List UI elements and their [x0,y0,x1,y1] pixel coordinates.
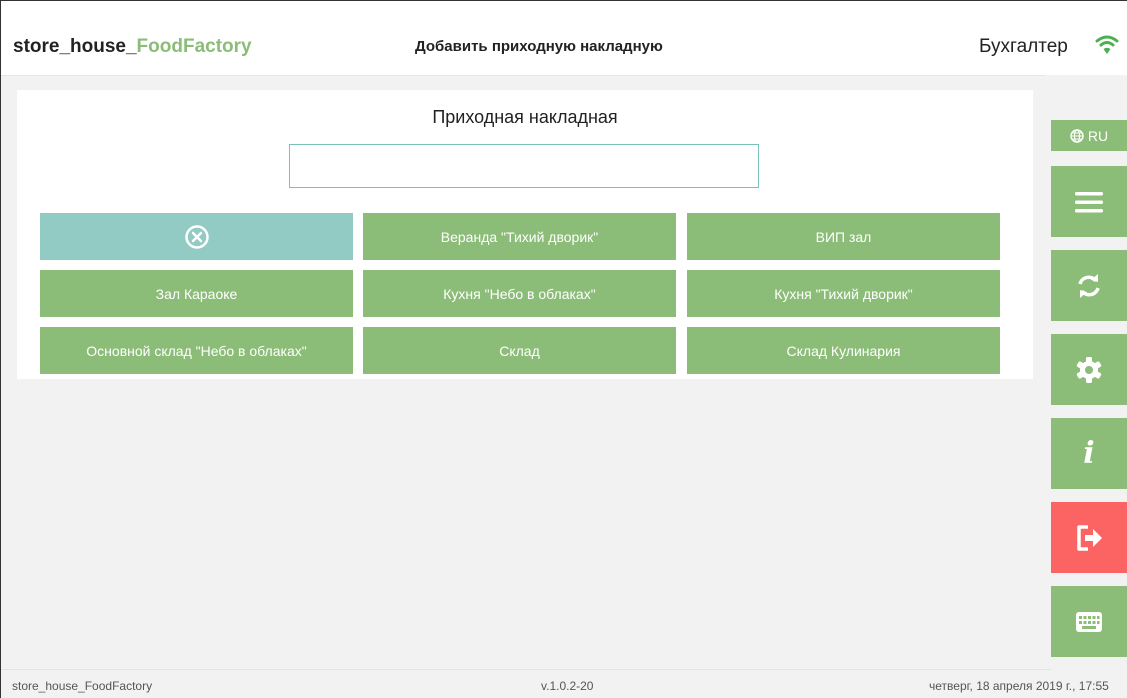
clear-circle-x-icon [184,224,209,249]
keyboard-icon [1076,611,1102,632]
invoice-input[interactable] [289,144,759,188]
header-divider [1,75,1045,76]
warehouse-button-main-store[interactable]: Основной склад "Небо в облаках" [40,327,353,374]
keyboard-button[interactable] [1051,586,1127,657]
brand-prefix: store_house_ [13,36,137,57]
warehouse-button-kitchen-dvorik[interactable]: Кухня "Тихий дворик" [687,270,1000,317]
warehouse-button-veranda[interactable]: Веранда "Тихий дворик" [363,213,676,260]
menu-icon [1075,191,1103,212]
brand-accent: FoodFactory [136,36,252,57]
footer-version: v.1.0.2-20 [541,679,594,693]
status-bar: store_house_FoodFactory v.1.0.2-20 четве… [1,670,1127,698]
brand-logo: store_house_FoodFactory [13,36,252,58]
info-icon: i [1083,436,1095,471]
window-border-left [0,0,1,698]
warehouse-button-vip-hall[interactable]: ВИП зал [687,213,1000,260]
clear-button[interactable] [40,213,353,260]
menu-button[interactable] [1051,166,1127,237]
language-label: RU [1087,127,1109,144]
app-header: store_house_FoodFactory Добавить приходн… [1,1,1127,75]
language-button[interactable]: RU [1051,120,1127,151]
wifi-icon [1095,35,1119,54]
warehouse-button-store[interactable]: Склад [363,327,676,374]
settings-button[interactable] [1051,334,1127,405]
footer-app-name: store_house_FoodFactory [12,679,153,693]
globe-icon [1070,128,1084,143]
invoice-form-card: Приходная накладная Веранда "Тихий двори… [17,90,1033,379]
logout-icon [1077,524,1102,551]
sync-icon [1078,273,1100,298]
warehouse-button-culinary[interactable]: Склад Кулинария [687,327,1000,374]
settings-icon [1076,356,1102,383]
user-role: Бухгалтер [979,36,1068,57]
form-title: Приходная накладная [432,107,618,127]
footer-datetime: четверг, 18 апреля 2019 г., 17:55 [929,679,1109,693]
warehouse-button-kitchen-nebo[interactable]: Кухня "Небо в облаках" [363,270,676,317]
info-button[interactable]: i [1051,418,1127,489]
sync-button[interactable] [1051,250,1127,321]
warehouse-button-karaoke[interactable]: Зал Караоке [40,270,353,317]
screen-title: Добавить приходную накладную [415,38,663,55]
logout-button[interactable] [1051,502,1127,573]
